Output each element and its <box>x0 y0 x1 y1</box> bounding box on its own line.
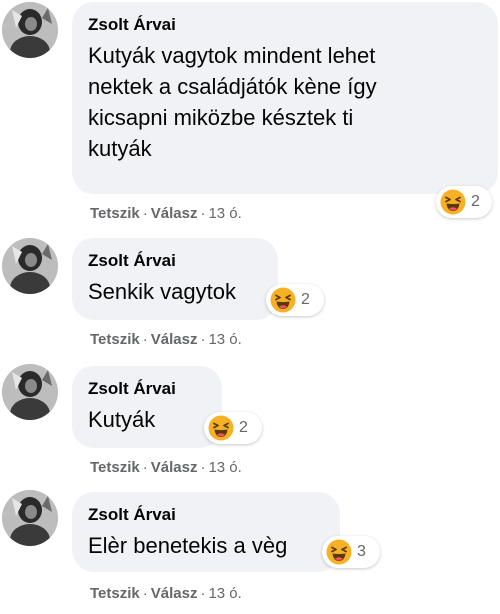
reaction-summary[interactable]: 3 <box>322 536 380 568</box>
comment-text: Kutyák <box>88 404 206 435</box>
separator: · <box>200 331 206 348</box>
comment-text-line: kutyák <box>88 136 152 161</box>
comment-text-line: nektek a családjátók kène így <box>88 74 377 99</box>
like-link[interactable]: Tetszik <box>90 205 140 222</box>
comment-bubble: Zsolt Árvai Elèr benetekis a vèg <box>72 492 340 572</box>
comment-text-line: Senkik vagytok <box>88 279 236 304</box>
reaction-count: 2 <box>471 193 480 210</box>
reply-link[interactable]: Válasz <box>151 331 198 348</box>
comment-bubble: Zsolt Árvai Kutyák <box>72 366 222 448</box>
comment-actions: Tetszik · Válasz · 13 ó. <box>90 204 242 224</box>
separator: · <box>142 331 148 348</box>
avatar-photo <box>2 238 58 294</box>
comment-timestamp[interactable]: 13 ó. <box>208 331 241 348</box>
comment-text-line: Kutyák <box>88 407 156 432</box>
like-link[interactable]: Tetszik <box>90 585 140 602</box>
reaction-summary[interactable]: 2 <box>204 412 262 444</box>
avatar[interactable] <box>2 490 58 546</box>
haha-emoji-icon <box>270 287 296 313</box>
separator: · <box>200 459 206 476</box>
comment-author[interactable]: Zsolt Árvai <box>88 504 324 526</box>
avatar-photo <box>2 364 58 420</box>
like-link[interactable]: Tetszik <box>90 459 140 476</box>
avatar[interactable] <box>2 238 58 294</box>
like-link[interactable]: Tetszik <box>90 331 140 348</box>
comment-timestamp[interactable]: 13 ó. <box>208 459 241 476</box>
reply-link[interactable]: Válasz <box>151 585 198 602</box>
separator: · <box>142 205 148 222</box>
haha-emoji-icon <box>440 189 466 215</box>
reaction-summary[interactable]: 2 <box>266 284 324 316</box>
comment-text-line: kicsapni miközbe késztek ti <box>88 105 354 130</box>
separator: · <box>142 459 148 476</box>
haha-emoji-icon <box>326 539 352 565</box>
comment-author[interactable]: Zsolt Árvai <box>88 14 482 36</box>
reaction-summary[interactable]: 2 <box>436 186 492 218</box>
comment-actions: Tetszik · Válasz · 13 ó. <box>90 584 242 604</box>
comment-author[interactable]: Zsolt Árvai <box>88 250 262 272</box>
avatar[interactable] <box>2 364 58 420</box>
comment-text-line: Elèr benetekis a vèg <box>88 533 288 558</box>
comment-author[interactable]: Zsolt Árvai <box>88 378 206 400</box>
avatar[interactable] <box>2 2 58 58</box>
comment-text: Elèr benetekis a vèg <box>88 530 324 561</box>
comment-actions: Tetszik · Válasz · 13 ó. <box>90 458 242 478</box>
avatar-photo <box>2 2 58 58</box>
reaction-count: 3 <box>357 543 366 560</box>
separator: · <box>142 585 148 602</box>
comment-timestamp[interactable]: 13 ó. <box>208 585 241 602</box>
reaction-count: 2 <box>239 419 248 436</box>
comment-actions: Tetszik · Válasz · 13 ó. <box>90 330 242 350</box>
comment-text: Senkik vagytok <box>88 276 262 307</box>
reaction-count: 2 <box>301 291 310 308</box>
comment-bubble: Zsolt Árvai Kutyák vagytok mindent lehet… <box>72 2 498 194</box>
avatar-photo <box>2 490 58 546</box>
haha-emoji-icon <box>208 415 234 441</box>
reply-link[interactable]: Válasz <box>151 205 198 222</box>
comment-text: Kutyák vagytok mindent lehet nektek a cs… <box>88 40 482 164</box>
reply-link[interactable]: Válasz <box>151 459 198 476</box>
comment-text-line: Kutyák vagytok mindent lehet <box>88 43 376 68</box>
separator: · <box>200 585 206 602</box>
comment-bubble: Zsolt Árvai Senkik vagytok <box>72 238 278 320</box>
separator: · <box>200 205 206 222</box>
comment-timestamp[interactable]: 13 ó. <box>208 205 241 222</box>
